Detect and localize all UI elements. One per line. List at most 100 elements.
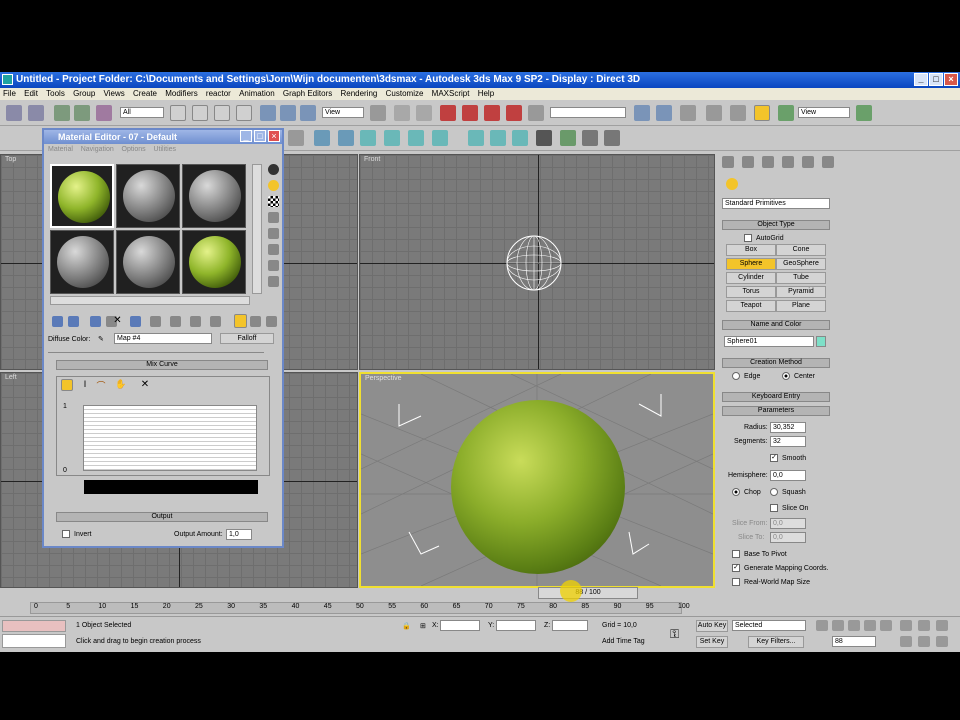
reference-coord-dropdown[interactable]: View [322,107,364,118]
quick-render-icon[interactable] [856,105,872,121]
goto-start-icon[interactable] [816,620,828,631]
material-slot-5[interactable] [116,230,180,294]
viewport-label-left[interactable]: Left [5,374,17,381]
slice-from-input[interactable]: 0,0 [770,518,806,529]
pyramid-button[interactable]: Pyramid [776,286,826,298]
zoom-extents-icon[interactable] [936,620,948,631]
material-slot-1[interactable] [50,164,114,228]
material-slot-4[interactable] [50,230,114,294]
hierarchy-tab-icon[interactable] [762,156,774,168]
output-rollout[interactable]: Output [56,512,268,522]
display-tab-icon[interactable] [802,156,814,168]
manipulate-icon[interactable] [394,105,410,121]
tool-icon-11[interactable] [536,130,552,146]
cylinder-button[interactable]: Cylinder [726,272,776,284]
falloff-button[interactable]: Falloff [220,333,274,344]
lock-icon[interactable]: 🔒 [402,622,411,630]
maximize-viewport-icon[interactable] [936,636,948,647]
box-button[interactable]: Box [726,244,776,256]
menu-help[interactable]: Help [478,89,494,98]
motion-tab-icon[interactable] [782,156,794,168]
tool-icon-9[interactable] [490,130,506,146]
tool-icon-8[interactable] [468,130,484,146]
tool-icon-12[interactable] [560,130,576,146]
med-minimize-button[interactable]: _ [240,130,252,142]
create-tab-icon[interactable] [722,156,734,168]
parameters-rollout[interactable]: Parameters [722,406,830,416]
maximize-button[interactable]: □ [929,73,943,86]
plane-button[interactable]: Plane [776,300,826,312]
autogrid-checkbox[interactable]: AutoGrid [744,234,784,242]
go-to-parent-icon[interactable] [234,314,247,328]
slice-on-checkbox[interactable]: Slice On [770,504,808,512]
geometry-icon[interactable] [726,178,738,190]
tool-icon-2[interactable] [314,130,330,146]
orbit-icon[interactable] [918,636,930,647]
hand-icon[interactable]: ✋ [115,379,127,391]
curve-graph[interactable] [83,405,257,471]
med-menu-material[interactable]: Material [48,146,73,153]
base-to-pivot-checkbox[interactable]: Base To Pivot [732,550,787,558]
unlink-icon[interactable] [74,105,90,121]
med-maximize-button[interactable]: □ [254,130,266,142]
generate-mapping-checkbox[interactable]: ✓ Generate Mapping Coords. [732,564,828,572]
make-unique-icon[interactable] [130,316,141,327]
object-type-rollout[interactable]: Object Type [722,220,830,230]
named-selection-sets-dropdown[interactable] [550,107,626,118]
prev-frame-icon[interactable] [832,620,844,631]
menu-reactor[interactable]: reactor [206,89,231,98]
tool-icon-4[interactable] [360,130,376,146]
material-slot-2[interactable] [116,164,180,228]
pick-material-icon[interactable] [266,316,277,327]
rotate-icon[interactable] [280,105,296,121]
key-filters-button[interactable]: Key Filters... [748,636,804,648]
video-color-check-icon[interactable] [268,228,279,239]
maxscript-listener[interactable] [2,620,66,632]
menu-views[interactable]: Views [104,89,125,98]
center-radio[interactable]: Center [782,372,815,380]
menu-group[interactable]: Group [73,89,95,98]
delete-icon[interactable]: ✕ [112,316,123,327]
select-by-material-icon[interactable] [268,276,279,287]
mix-curve-rollout[interactable]: Mix Curve [56,360,268,370]
mirror-icon[interactable] [634,105,650,121]
menu-maxscript[interactable]: MAXScript [432,89,470,98]
sample-uv-tiling-icon[interactable] [268,212,279,223]
snap-toggle-icon[interactable] [440,105,456,121]
go-forward-icon[interactable] [250,316,261,327]
object-category-dropdown[interactable]: Standard Primitives [722,198,830,209]
material-editor-icon[interactable] [754,105,770,121]
spinner-snap-icon[interactable] [506,105,522,121]
add-time-tag-button[interactable]: Add Time Tag [602,638,645,645]
schematic-view-icon[interactable] [730,105,746,121]
link-icon[interactable] [54,105,70,121]
viewport-perspective[interactable]: Perspective [359,372,715,588]
real-world-map-checkbox[interactable]: Real-World Map Size [732,578,810,586]
slot-scrollbar-v[interactable] [252,164,262,294]
teapot-button[interactable]: Teapot [726,300,776,312]
tool-icon-14[interactable] [604,130,620,146]
pivot-icon[interactable] [370,105,386,121]
y-coord-input[interactable] [496,620,536,631]
creation-method-rollout[interactable]: Creation Method [722,358,830,368]
menu-modifiers[interactable]: Modifiers [165,89,197,98]
utilities-tab-icon[interactable] [822,156,834,168]
backlight-icon[interactable] [268,180,279,191]
tool-icon-5[interactable] [384,130,400,146]
modify-tab-icon[interactable] [742,156,754,168]
next-frame-icon[interactable] [864,620,876,631]
z-coord-input[interactable] [552,620,588,631]
undo-icon[interactable] [6,105,22,121]
torus-button[interactable]: Torus [726,286,776,298]
selection-filter-dropdown[interactable]: All [120,107,164,118]
tool-icon-10[interactable] [512,130,528,146]
object-color-swatch[interactable] [816,336,826,347]
smooth-checkbox[interactable]: ✓ Smooth [770,454,806,462]
viewport-label-perspective[interactable]: Perspective [365,375,402,382]
geosphere-button[interactable]: GeoSphere [776,258,826,270]
bind-space-warp-icon[interactable] [96,105,112,121]
radius-input[interactable]: 30,352 [770,422,806,433]
render-scene-icon[interactable] [778,105,794,121]
keyboard-entry-rollout[interactable]: Keyboard Entry [722,392,830,402]
assign-material-icon[interactable] [90,316,101,327]
